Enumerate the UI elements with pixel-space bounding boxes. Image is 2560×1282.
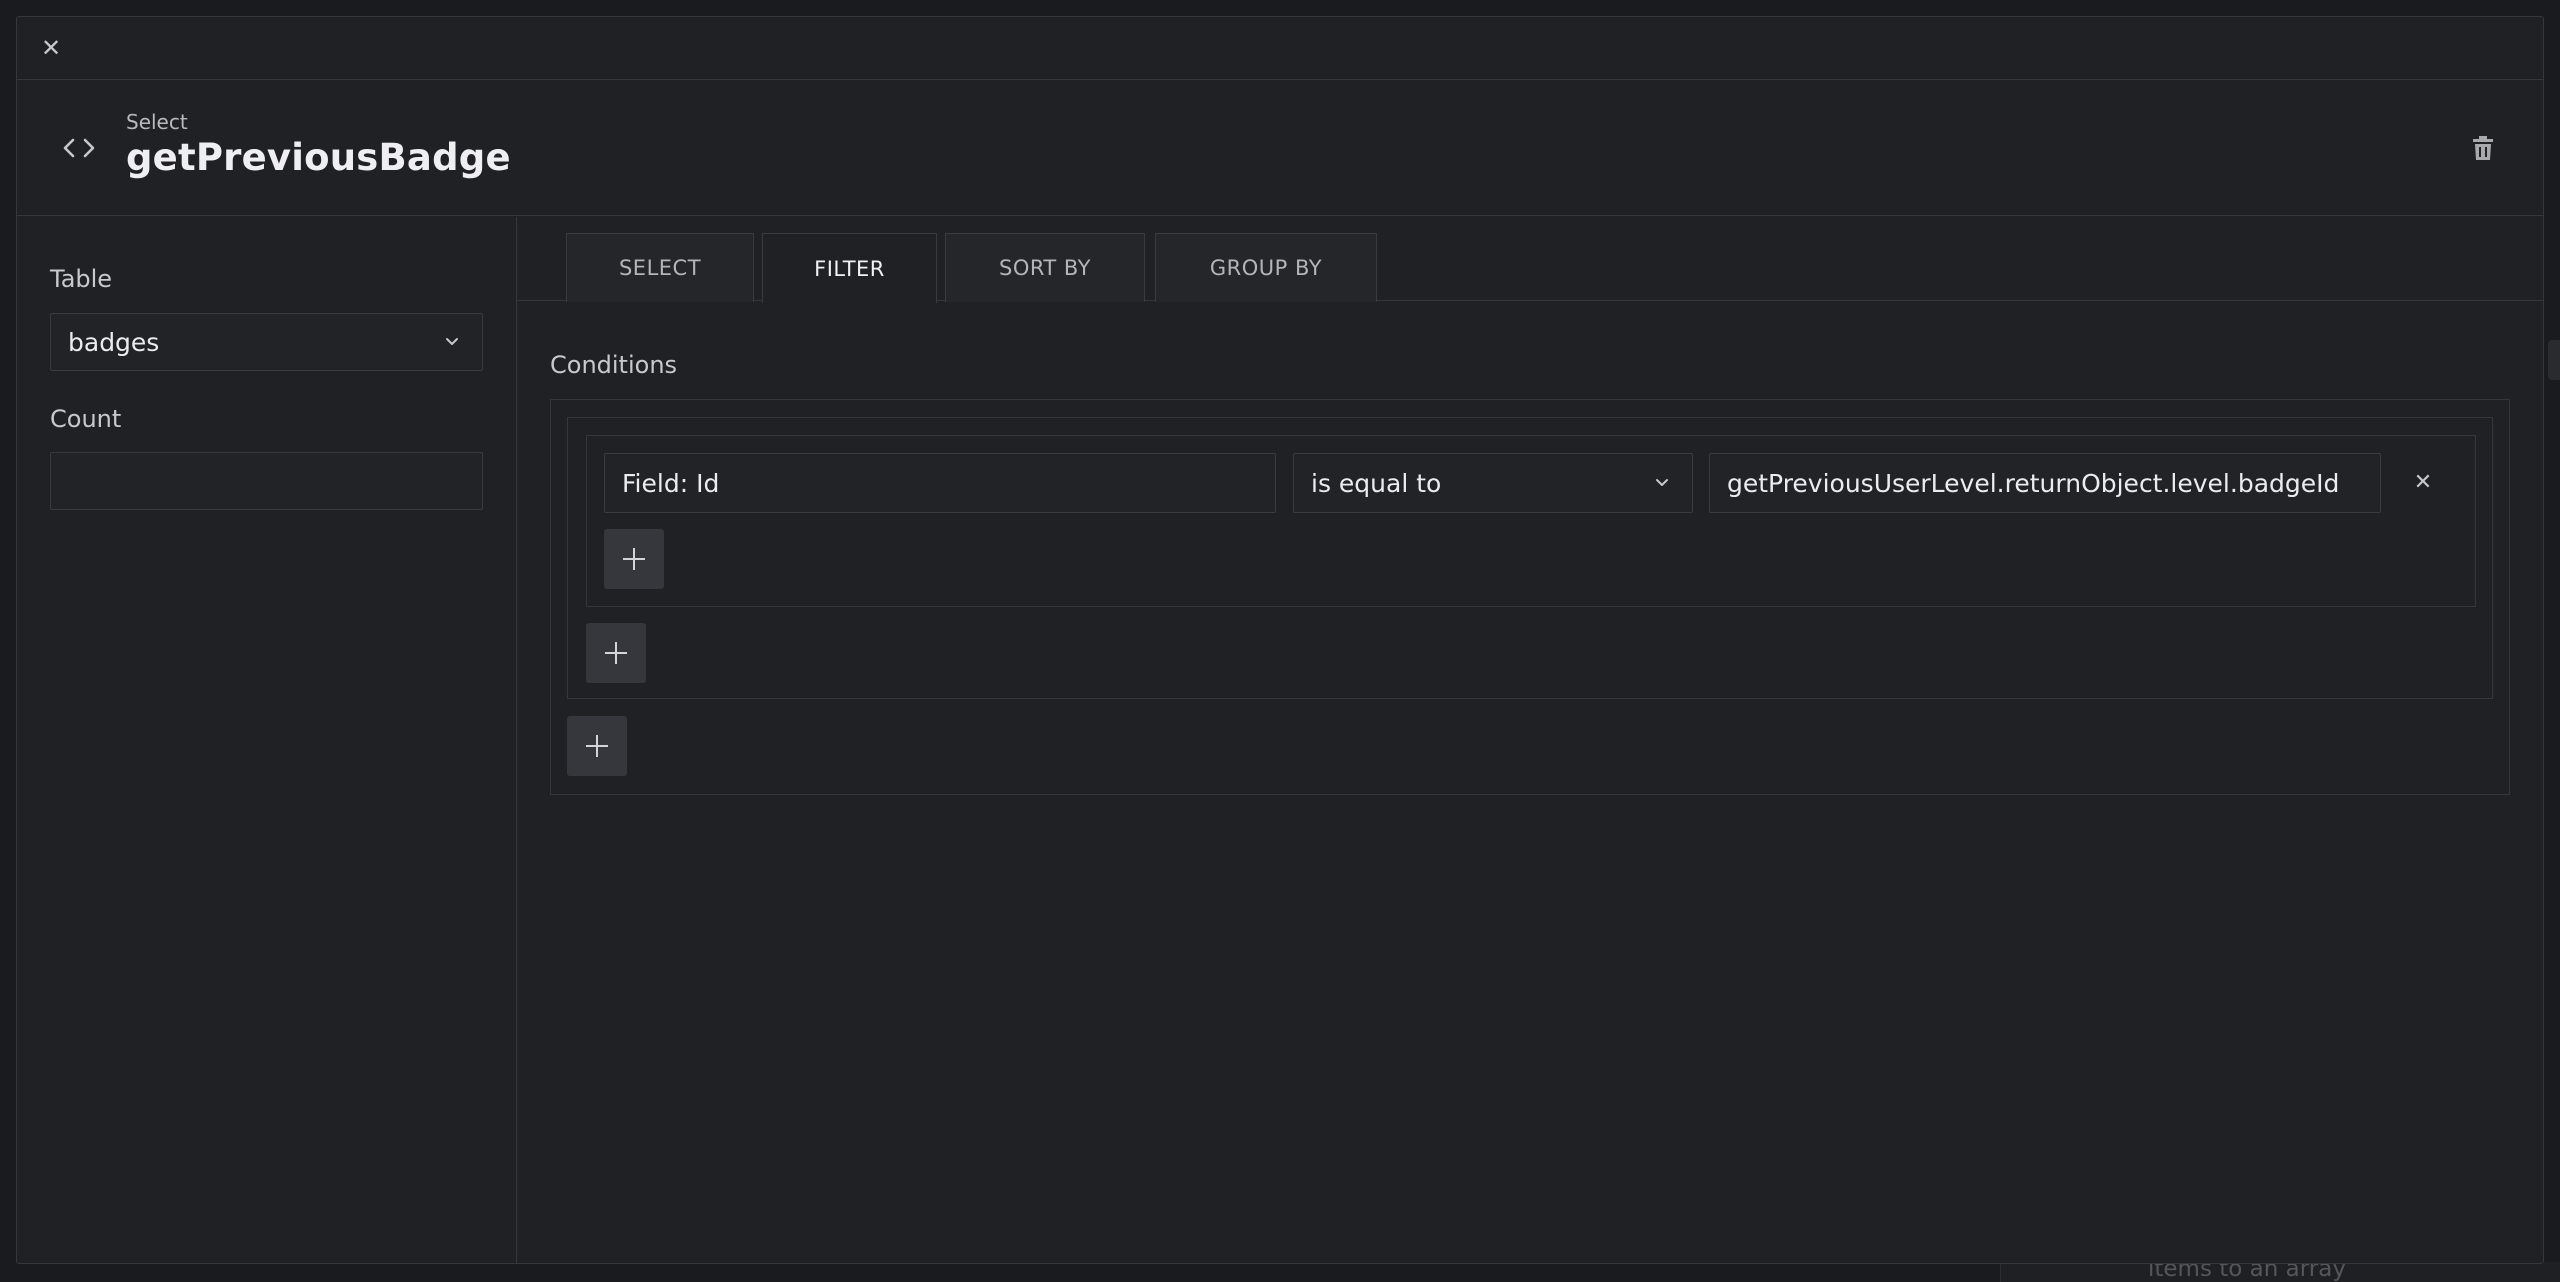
step-title: getPreviousBadge <box>126 136 511 179</box>
table-select[interactable]: badges <box>50 313 483 371</box>
plus-icon <box>623 548 645 570</box>
modal-body: Table badges Count SELECT FILTER SORT BY… <box>17 217 2543 1263</box>
modal-topbar: ✕ <box>17 17 2543 80</box>
query-tabs: SELECT FILTER SORT BY GROUP BY <box>517 217 2543 303</box>
add-condition-group-button[interactable] <box>586 623 646 683</box>
count-label: Count <box>50 405 122 433</box>
add-condition-button[interactable] <box>604 529 664 589</box>
condition-field-text: Field: Id <box>622 468 720 498</box>
tab-group-by[interactable]: GROUP BY <box>1155 233 1377 302</box>
condition-operator-select[interactable]: is equal to <box>1293 453 1693 513</box>
step-type-label: Select <box>126 110 188 134</box>
query-editor: SELECT FILTER SORT BY GROUP BY Condition… <box>517 217 2543 1263</box>
plus-icon <box>605 642 627 664</box>
trash-icon[interactable] <box>2469 132 2497 164</box>
condition-value-input[interactable]: getPreviousUserLevel.returnObject.level.… <box>1709 453 2381 513</box>
condition-value-text: getPreviousUserLevel.returnObject.level.… <box>1727 468 2340 498</box>
tab-filter[interactable]: FILTER <box>762 233 937 303</box>
table-select-value: badges <box>68 327 160 357</box>
count-input[interactable] <box>50 452 483 510</box>
tab-sort-by[interactable]: SORT BY <box>945 233 1145 302</box>
chevron-down-icon <box>1656 479 1668 486</box>
condition-group-middle: Field: Id is equal to getPreviousUserLev… <box>567 417 2493 699</box>
add-outer-group-button[interactable] <box>567 716 627 776</box>
condition-group-outer: Field: Id is equal to getPreviousUserLev… <box>550 399 2510 795</box>
chevron-down-icon <box>446 338 458 345</box>
remove-condition-icon[interactable]: ✕ <box>2410 469 2436 495</box>
tab-select[interactable]: SELECT <box>566 233 754 302</box>
background-panel-edge <box>2548 340 2560 380</box>
table-label: Table <box>50 265 113 293</box>
close-icon[interactable]: ✕ <box>37 34 65 62</box>
condition-field-input[interactable]: Field: Id <box>604 453 1276 513</box>
plus-icon <box>586 735 608 757</box>
condition-group-inner: Field: Id is equal to getPreviousUserLev… <box>586 435 2476 607</box>
select-step-modal: ✕ Select getPreviousBadge Table badges C… <box>16 16 2544 1264</box>
code-brackets-icon <box>61 134 97 162</box>
conditions-label: Conditions <box>550 351 678 379</box>
condition-operator-text: is equal to <box>1311 468 1442 498</box>
modal-header: Select getPreviousBadge <box>17 80 2543 216</box>
settings-sidebar: Table badges Count <box>17 217 517 1263</box>
